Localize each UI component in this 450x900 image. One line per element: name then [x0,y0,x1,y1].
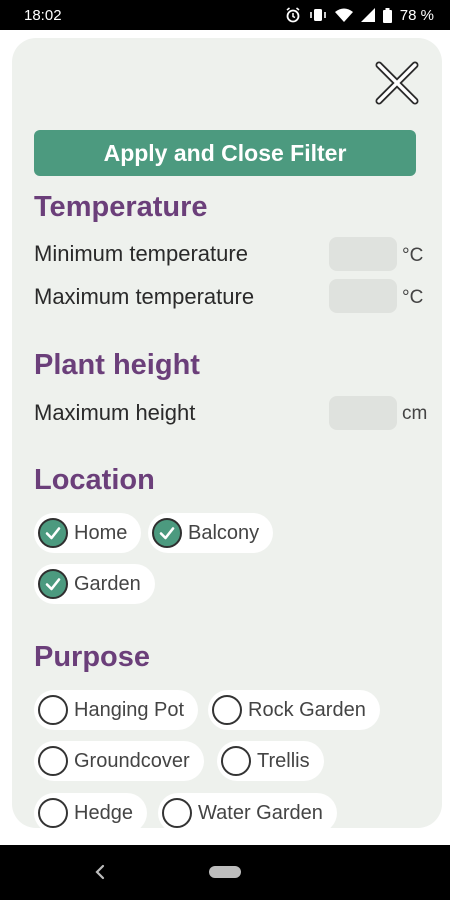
wifi-icon [334,8,353,22]
purpose-chip-rock-garden[interactable]: Rock Garden [208,690,380,730]
status-icons: 78 % [285,7,434,24]
checkbox-empty-icon [38,798,68,828]
battery-percent: 78 % [399,6,434,24]
checkbox-empty-icon [38,746,68,776]
purpose-chip-groundcover[interactable]: Groundcover [34,741,204,781]
max-height-input[interactable] [329,396,397,430]
navigation-bar [0,845,450,900]
checkbox-empty-icon [162,798,192,828]
chip-label: Trellis [257,749,310,772]
chip-label: Hedge [74,801,133,824]
max-temperature-unit: °C [402,287,424,308]
status-bar: 18:02 78 % [0,0,450,30]
close-icon [375,61,419,105]
chip-label: Water Garden [198,801,323,824]
plant-height-heading: Plant height [34,349,200,381]
min-temperature-label: Minimum temperature [34,241,248,266]
back-button[interactable] [92,861,108,883]
purpose-chip-hanging-pot[interactable]: Hanging Pot [34,690,199,730]
chip-label: Rock Garden [248,698,366,721]
max-temperature-input[interactable] [329,279,397,313]
location-chip-balcony[interactable]: Balcony [148,513,274,553]
chip-label: Balcony [188,521,260,544]
status-time: 18:02 [24,6,62,24]
filter-panel: Apply and Close Filter Temperature Minim… [12,38,442,828]
location-chip-garden[interactable]: Garden [34,564,155,604]
max-height-unit: cm [402,403,428,424]
checkbox-checked-icon [38,569,68,599]
chip-label: Garden [74,572,141,595]
purpose-chip-trellis[interactable]: Trellis [217,741,324,781]
battery-icon [382,7,392,23]
checkbox-empty-icon [221,746,251,776]
purpose-chip-hedge[interactable]: Hedge [34,793,147,828]
close-button[interactable] [374,60,420,106]
temperature-heading: Temperature [34,191,208,223]
vibrate-icon [309,8,327,22]
min-temperature-unit: °C [402,245,424,266]
signal-icon [360,8,375,22]
checkbox-checked-icon [38,518,68,548]
alarm-icon [285,7,301,23]
purpose-chip-water-garden[interactable]: Water Garden [158,793,337,828]
chip-label: Hanging Pot [74,698,185,721]
chip-label: Home [74,521,128,544]
min-temperature-input[interactable] [329,237,397,271]
checkbox-empty-icon [38,695,68,725]
home-pill-button[interactable] [209,866,241,878]
chip-label: Groundcover [74,749,190,772]
purpose-heading: Purpose [34,641,151,673]
location-chip-home[interactable]: Home [34,513,142,553]
max-height-label: Maximum height [34,400,196,425]
checkbox-empty-icon [212,695,242,725]
max-temperature-label: Maximum temperature [34,284,255,309]
back-icon [95,864,105,880]
location-heading: Location [34,464,155,496]
apply-close-filter-button[interactable]: Apply and Close Filter [34,130,416,176]
checkbox-checked-icon [152,518,182,548]
